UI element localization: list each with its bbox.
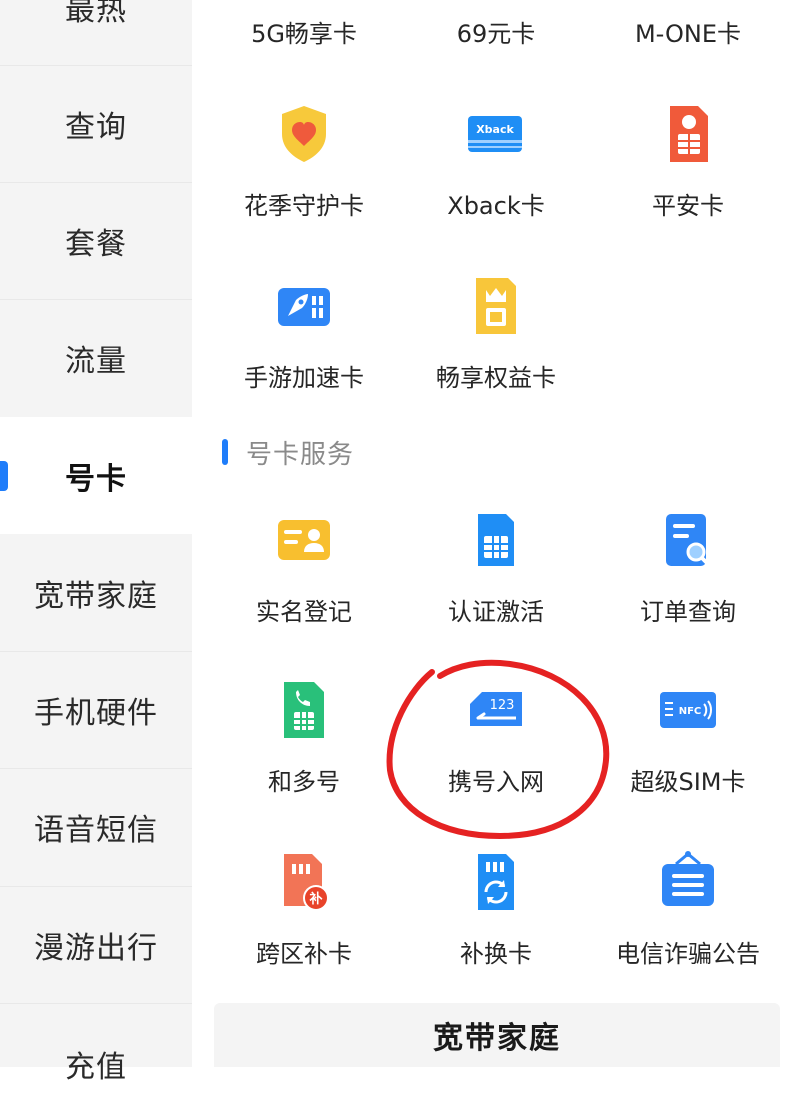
main-content: 5G畅享卡 69元卡 M-ONE卡 花季守护卡 Xback Xback卡 平安卡… xyxy=(192,0,800,1067)
sidebar-item-hottest[interactable]: 最热 xyxy=(0,0,192,65)
grid-item-benefits-card[interactable]: 畅享权益卡 xyxy=(396,274,596,393)
xback-card-icon: Xback xyxy=(468,116,522,152)
svg-text:123: 123 xyxy=(490,698,515,713)
grid-item-label: 5G畅享卡 xyxy=(251,20,357,48)
service-fraud-notice[interactable]: 电信诈骗公告 xyxy=(588,850,788,969)
active-indicator xyxy=(0,461,8,491)
sidebar-item-label: 流量 xyxy=(65,344,127,379)
sidebar-item-label: 手机硬件 xyxy=(34,696,158,731)
grid-item-5g-card[interactable]: 5G畅享卡 xyxy=(204,14,404,49)
grid-item-safe-card[interactable]: 平安卡 xyxy=(588,102,788,221)
grid-item-label: 花季守护卡 xyxy=(244,192,364,220)
sidebar-item-label: 查询 xyxy=(65,110,127,145)
sidebar-item-sim-cards[interactable]: 号卡 xyxy=(0,417,192,534)
svg-text:NFC: NFC xyxy=(679,706,702,717)
rocket-card-icon xyxy=(278,288,330,326)
service-cross-region-replace[interactable]: 补 跨区补卡 xyxy=(204,850,404,969)
section-title-text: 号卡服务 xyxy=(246,439,355,470)
sidebar-item-label: 号卡 xyxy=(65,461,127,497)
grid-item-flower-guard-card[interactable]: 花季守护卡 xyxy=(204,102,404,221)
grid-item-label: 69元卡 xyxy=(456,20,536,48)
section-title-bar xyxy=(222,439,228,465)
sidebar-item-broadband[interactable]: 宽带家庭 xyxy=(0,534,192,651)
service-card-swap[interactable]: 补换卡 xyxy=(396,850,596,969)
grid-item-label: 和多号 xyxy=(268,768,340,796)
grid-item-game-booster-card[interactable]: 手游加速卡 xyxy=(204,274,404,393)
id-card-icon xyxy=(278,520,330,560)
sim-swap-icon xyxy=(478,854,514,910)
sidebar-item-label: 宽带家庭 xyxy=(34,578,158,614)
grid-item-label: 超级SIM卡 xyxy=(630,768,746,796)
service-real-name-registration[interactable]: 实名登记 xyxy=(204,508,404,627)
sim-chip-icon xyxy=(478,514,514,566)
sidebar-item-label: 充值 xyxy=(65,1050,127,1085)
sidebar-item-hardware[interactable]: 手机硬件 xyxy=(0,651,192,768)
sidebar-item-label: 漫游出行 xyxy=(34,931,158,966)
category-sidebar: 最热 查询 套餐 流量 号卡 宽带家庭 手机硬件 语音短信 漫游出行 充值 xyxy=(0,0,192,1085)
sidebar-item-plans[interactable]: 套餐 xyxy=(0,182,192,299)
section-title-card-services: 号卡服务 xyxy=(222,432,354,472)
phone-sim-icon xyxy=(284,682,324,738)
grid-item-label: 补换卡 xyxy=(460,940,532,968)
sidebar-item-recharge[interactable]: 充值 xyxy=(0,1003,192,1120)
notice-board-icon xyxy=(662,851,714,906)
service-order-query[interactable]: 订单查询 xyxy=(588,508,788,627)
sidebar-item-label: 语音短信 xyxy=(34,813,158,848)
grid-item-label: 认证激活 xyxy=(448,598,544,626)
service-multi-number[interactable]: 和多号 xyxy=(204,678,404,797)
sim-replace-icon: 补 xyxy=(284,854,329,911)
grid-item-label: 畅享权益卡 xyxy=(436,364,556,392)
sidebar-item-label: 套餐 xyxy=(65,227,127,262)
sidebar-item-roaming[interactable]: 漫游出行 xyxy=(0,886,192,1003)
grid-item-label: 携号入网 xyxy=(448,768,544,796)
grid-item-label: 实名登记 xyxy=(256,598,352,626)
service-authentication-activation[interactable]: 认证激活 xyxy=(396,508,596,627)
grid-item-label: Xback卡 xyxy=(447,192,545,220)
grid-item-mone-card[interactable]: M-ONE卡 xyxy=(588,14,788,49)
section-header-text: 宽带家庭 xyxy=(433,1021,561,1056)
service-number-portability[interactable]: 123 携号入网 xyxy=(396,678,596,797)
number-transfer-icon: 123 xyxy=(470,692,522,726)
crown-sim-icon xyxy=(476,278,516,334)
grid-item-label: 订单查询 xyxy=(640,598,736,626)
sidebar-item-voice-sms[interactable]: 语音短信 xyxy=(0,768,192,885)
safe-sim-icon xyxy=(670,106,708,162)
heart-shield-icon xyxy=(282,106,326,162)
section-header-broadband: 宽带家庭 xyxy=(214,1003,780,1067)
svg-text:补: 补 xyxy=(308,891,322,907)
grid-item-label: 电信诈骗公告 xyxy=(616,940,760,968)
svg-text:Xback: Xback xyxy=(476,123,514,136)
grid-item-label: 平安卡 xyxy=(652,192,724,220)
order-search-icon xyxy=(666,514,710,566)
sidebar-item-label: 最热 xyxy=(65,0,127,28)
sidebar-item-data[interactable]: 流量 xyxy=(0,299,192,416)
grid-item-xback-card[interactable]: Xback Xback卡 xyxy=(396,102,596,221)
grid-item-label: M-ONE卡 xyxy=(634,20,742,48)
nfc-card-icon: NFC xyxy=(660,692,716,728)
service-super-sim[interactable]: NFC 超级SIM卡 xyxy=(588,678,788,797)
grid-item-label: 跨区补卡 xyxy=(256,940,352,968)
sidebar-item-query[interactable]: 查询 xyxy=(0,65,192,182)
grid-item-69-card[interactable]: 69元卡 xyxy=(396,14,596,49)
grid-item-label: 手游加速卡 xyxy=(244,364,364,392)
